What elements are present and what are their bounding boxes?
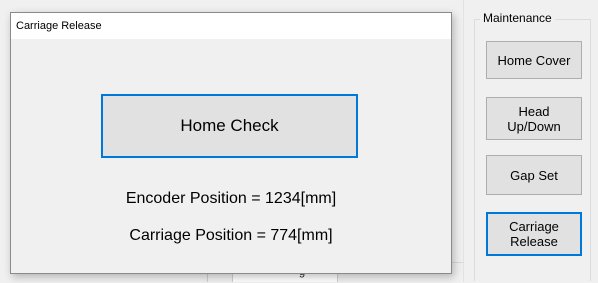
home-cover-button-label: Home Cover xyxy=(497,52,571,68)
gap-set-button-label: Gap Set xyxy=(510,167,558,183)
home-check-button-label: Home Check xyxy=(180,116,279,135)
carriage-position-readout: Carriage Position = 774[mm] xyxy=(129,227,333,244)
encoder-position-readout: Encoder Position = 1234[mm] xyxy=(125,190,337,207)
gap-set-button[interactable]: Gap Set xyxy=(486,155,582,195)
head-up-down-button[interactable]: Head Up/Down xyxy=(486,97,582,140)
panel-divider xyxy=(463,0,464,282)
home-check-button[interactable]: Home Check xyxy=(101,94,358,158)
home-cover-button[interactable]: Home Cover xyxy=(486,41,582,79)
dialog-titlebar[interactable]: Carriage Release xyxy=(11,13,451,39)
dialog-title: Carriage Release xyxy=(16,20,102,32)
carriage-release-button-label: Carriage Release xyxy=(509,219,559,249)
head-up-down-button-label: Head Up/Down xyxy=(507,103,561,134)
carriage-release-button[interactable]: Carriage Release xyxy=(486,212,582,256)
maintenance-group-title: Maintenance xyxy=(480,10,555,26)
carriage-release-dialog: Carriage Release Home Check Encoder Posi… xyxy=(10,12,452,274)
